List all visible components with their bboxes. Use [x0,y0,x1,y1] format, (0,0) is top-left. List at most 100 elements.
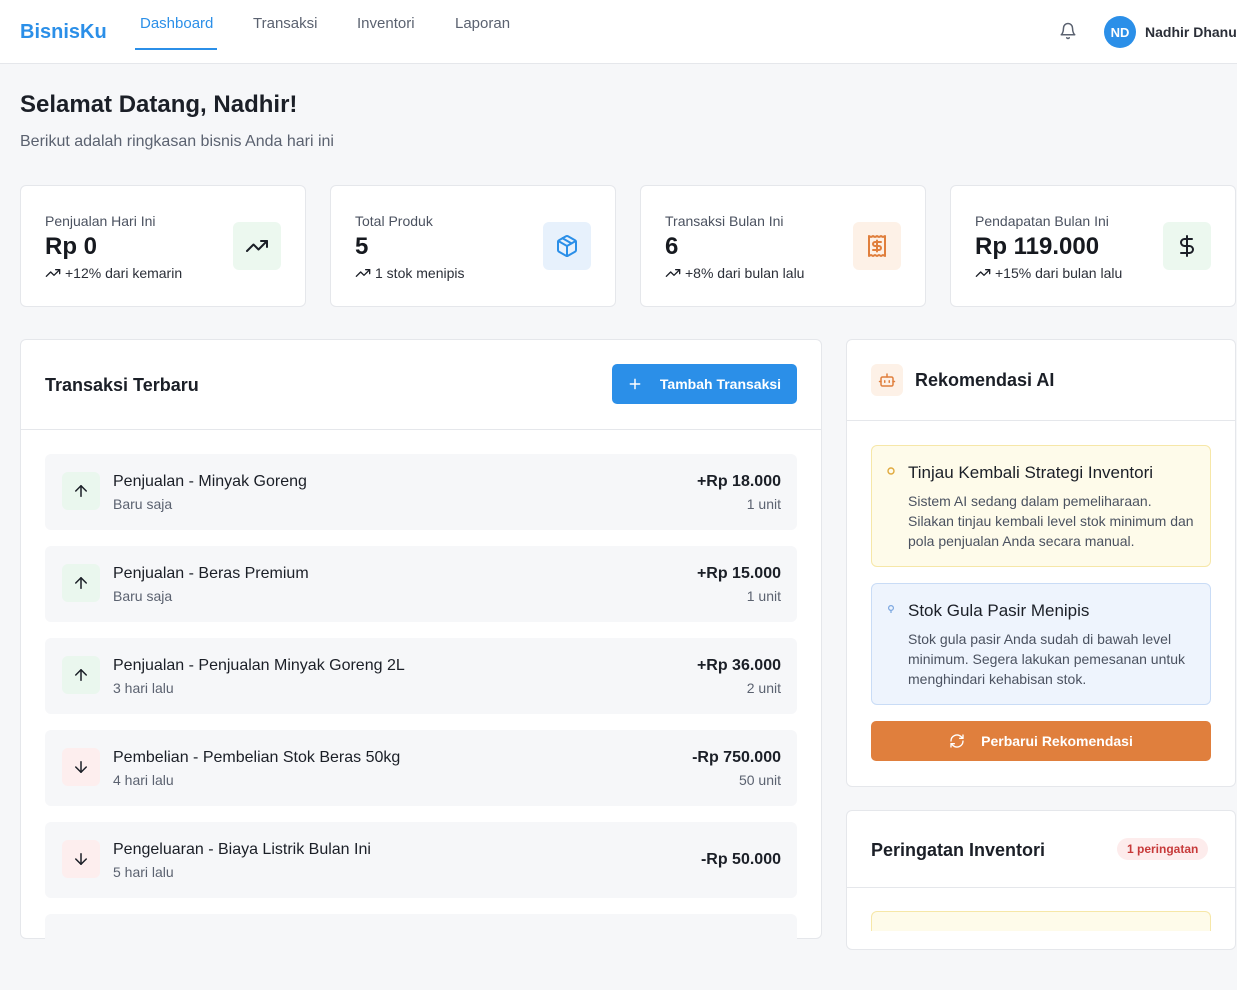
transaction-time: Baru saja [113,588,173,604]
panel-title: Transaksi Terbaru [45,375,199,395]
stat-card-monthly-transactions: Transaksi Bulan Ini 6 +8% dari bulan lal… [640,185,926,307]
stat-icon-tile [1163,222,1211,270]
arrow-up-icon [75,577,87,589]
tab-laporan[interactable]: Laporan [455,15,510,32]
trending-up-icon [45,269,61,277]
stat-change: +8% dari bulan lalu [665,265,804,281]
arrow-down-icon [75,853,87,865]
stat-icon-tile [543,222,591,270]
transaction-amount: +Rp 15.000 [696,565,781,582]
brand-logo[interactable]: BisnisKu [20,21,107,44]
stat-card-monthly-revenue: Pendapatan Bulan Ini Rp 119.000 +15% dar… [950,185,1236,307]
inventory-alert-card [871,911,1211,931]
stat-card-sales-today: Penjualan Hari Ini Rp 0 +12% dari kemari… [20,185,306,307]
transaction-name: Pembelian - Pembelian Stok Beras 50kg [113,749,401,766]
recommendation-title: Stok Gula Pasir Menipis [908,601,1090,620]
transaction-name: Pengeluaran - Biaya Listrik Bulan Ini [113,841,371,858]
tab-transaksi[interactable]: Transaksi [253,15,317,32]
stat-value: 5 [355,233,369,260]
arrow-down-icon [75,761,87,773]
inventory-alerts-panel: Peringatan Inventori 1 peringatan [846,810,1236,950]
plus-icon [629,378,641,390]
stat-label: Penjualan Hari Ini [45,213,156,229]
trending-up-icon [975,269,991,277]
active-tab-indicator [135,48,217,50]
add-transaction-button[interactable]: Tambah Transaksi [612,364,797,404]
transaction-row[interactable]: Pembelian - Pembelian Stok Beras 50kg 4 … [45,730,797,806]
panel-title: Rekomendasi AI [915,370,1055,390]
stat-change: +15% dari bulan lalu [975,265,1122,281]
arrow-up-icon [75,669,87,681]
transaction-row[interactable]: Penjualan - Penjualan Minyak Goreng 2L 3… [45,638,797,714]
stat-label: Transaksi Bulan Ini [665,213,784,229]
stat-value: 6 [665,233,679,260]
income-indicator [62,564,100,602]
transaction-name: Penjualan - Minyak Goreng [113,473,307,490]
transaction-unit: 50 unit [738,772,781,788]
panel-divider [847,887,1235,888]
page-title: Selamat Datang, Nadhir! [20,91,298,118]
transaction-amount: +Rp 36.000 [696,657,781,674]
transaction-row[interactable]: Pengeluaran - Biaya Listrik Bulan Ini 5 … [45,822,797,898]
transaction-time: 4 hari lalu [113,772,174,788]
stat-change-text: +15% dari bulan lalu [995,265,1123,281]
expense-indicator [62,748,100,786]
stat-change-text: 1 stok menipis [375,265,465,281]
stat-icon-tile [233,222,281,270]
add-transaction-label: Tambah Transaksi [659,376,782,392]
recent-transactions-panel: Transaksi Terbaru Tambah Transaksi Penju… [20,339,822,990]
top-nav: BisnisKu Dashboard Transaksi Inventori L… [0,0,1237,64]
transaction-row[interactable]: Penjualan - Beras Premium Baru saja +Rp … [45,546,797,622]
robot-icon-tile [871,364,903,396]
recommendation-card-info: Stok Gula Pasir Menipis Stok gula pasir … [871,583,1211,705]
warning-dot-icon [887,467,895,475]
lightbulb-icon [887,604,895,613]
transaction-unit: 2 unit [746,680,781,696]
tab-dashboard[interactable]: Dashboard [140,15,213,32]
transaction-row[interactable]: Penjualan - Minyak Goreng Baru saja +Rp … [45,454,797,530]
ai-recommendations-panel: Rekomendasi AI Tinjau Kembali Strategi I… [846,339,1236,787]
user-name[interactable]: Nadhir Dhanu [1145,24,1237,40]
transaction-amount: -Rp 750.000 [692,749,781,766]
robot-icon [878,373,896,387]
stat-change-text: +8% dari bulan lalu [685,265,805,281]
panel-divider [21,429,821,430]
stat-label: Total Produk [355,213,433,229]
transaction-time: Baru saja [113,496,173,512]
stat-change-text: +12% dari kemarin [65,265,183,281]
transaction-time: 5 hari lalu [113,864,174,880]
transaction-amount: -Rp 50.000 [700,851,781,868]
refresh-recommendations-button[interactable]: Perbarui Rekomendasi [871,721,1211,761]
refresh-icon [950,734,964,748]
transaction-row[interactable] [45,914,797,990]
trending-up-icon [665,269,681,277]
box-icon [557,235,577,257]
arrow-up-icon [75,485,87,497]
avatar[interactable]: ND [1104,16,1136,48]
panel-divider [847,420,1235,421]
transaction-name: Penjualan - Beras Premium [113,565,309,582]
recommendation-card-warning: Tinjau Kembali Strategi Inventori Sistem… [871,445,1211,567]
dollar-icon [1180,235,1194,257]
stat-label: Pendapatan Bulan Ini [975,213,1109,229]
trending-up-icon [246,240,268,252]
recommendation-title: Tinjau Kembali Strategi Inventori [908,463,1154,482]
expense-indicator [62,840,100,878]
refresh-label: Perbarui Rekomendasi [981,733,1133,749]
alert-count-badge: 1 peringatan [1117,838,1209,860]
transaction-name: Penjualan - Penjualan Minyak Goreng 2L [113,657,405,674]
panel-title: Peringatan Inventori [871,840,1046,860]
bell-icon[interactable] [1059,22,1077,40]
stat-change: 1 stok menipis [355,265,464,281]
stat-icon-tile [853,222,901,270]
transaction-time: 3 hari lalu [113,680,174,696]
transaction-amount: +Rp 18.000 [696,473,781,490]
page-subtitle: Berikut adalah ringkasan bisnis Anda har… [20,133,334,150]
stat-value: Rp 119.000 [975,233,1100,260]
tab-inventori[interactable]: Inventori [357,15,415,32]
income-indicator [62,656,100,694]
stat-card-total-products: Total Produk 5 1 stok menipis [330,185,616,307]
income-indicator [62,472,100,510]
receipt-icon [868,235,886,257]
stat-change: +12% dari kemarin [45,265,182,281]
